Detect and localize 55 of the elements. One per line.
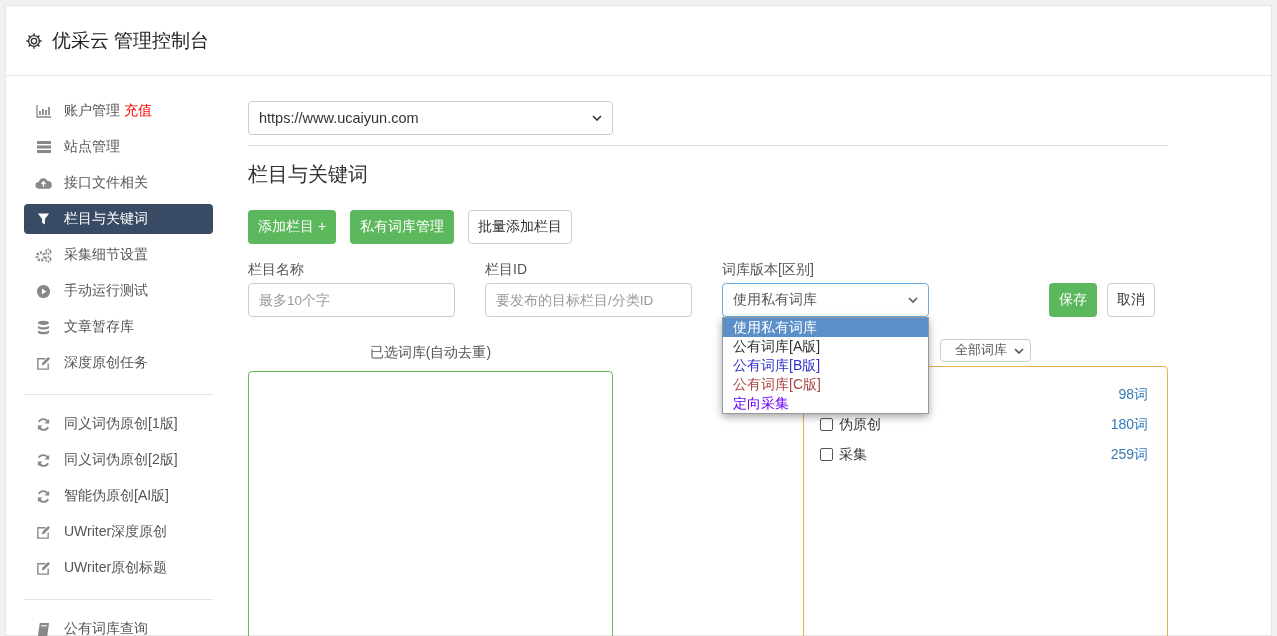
sidebar-item[interactable]: 文章暂存库 [24, 312, 213, 342]
column-id-field[interactable]: 要发布的目标栏目/分类ID [485, 283, 692, 317]
edit-icon [36, 355, 51, 371]
checkbox[interactable] [820, 448, 833, 461]
play-icon [36, 283, 51, 299]
dropdown-option[interactable]: 公有词库[A版] [723, 337, 928, 356]
chevron-icon [1014, 347, 1024, 354]
section-heading: 栏目与关键词 [248, 162, 369, 187]
word-count-link[interactable]: 98词 [1118, 385, 1148, 404]
edit-icon [36, 560, 51, 576]
field-label: 词库版本[区别] [722, 261, 815, 279]
edit-icon [36, 524, 51, 540]
word-count-link[interactable]: 180词 [1110, 415, 1148, 434]
library-filter-select[interactable]: 全部词库 [940, 339, 1031, 362]
library-name: 伪原创 [839, 415, 881, 434]
database-icon [37, 319, 50, 335]
bar-chart-icon [35, 104, 52, 118]
refresh-icon [36, 452, 51, 468]
sidebar-item[interactable]: 智能伪原创[AI版] [24, 481, 213, 511]
field-label: 栏目名称 [248, 261, 305, 279]
sidebar-item[interactable]: 账户管理 充值 [24, 96, 213, 126]
settings-icon [25, 31, 43, 50]
sidebar-item[interactable]: 公有词库查询 [24, 614, 213, 636]
cloud-upload-icon [35, 176, 52, 190]
sidebar-item[interactable]: 采集细节设置 [24, 240, 213, 270]
sidebar-item[interactable]: 栏目与关键词 [24, 204, 213, 234]
cancel-button[interactable]: 取消 [1107, 283, 1155, 317]
refresh-icon [36, 416, 51, 432]
sidebar-item[interactable]: 接口文件相关 [24, 168, 213, 198]
chevron-icon [592, 115, 602, 121]
library-name: 采集 [839, 445, 867, 464]
filter-icon [37, 212, 50, 226]
sidebar-item[interactable]: 站点管理 [24, 132, 213, 162]
sidebar-item[interactable]: UWriter原创标题 [24, 553, 213, 583]
recharge-link[interactable]: 充值 [124, 102, 152, 120]
word-count-link[interactable]: 259词 [1110, 445, 1148, 464]
refresh-icon [36, 488, 51, 504]
site-select[interactable]: https://www.ucaiyun.com [248, 101, 613, 135]
dropdown-option[interactable]: 定向采集 [723, 394, 928, 413]
server-icon [35, 140, 52, 154]
library-version-select[interactable]: 使用私有词库 [722, 283, 929, 317]
checkbox[interactable] [820, 418, 833, 431]
sidebar-item[interactable]: UWriter深度原创 [24, 517, 213, 547]
sidebar-item[interactable]: 深度原创任务 [24, 348, 213, 378]
sidebar-item[interactable]: 同义词伪原创[2版] [24, 445, 213, 475]
column-name-field[interactable]: 最多10个字 [248, 283, 455, 317]
chevron-icon [908, 297, 918, 303]
dropdown-option[interactable]: 公有词库[B版] [723, 356, 928, 375]
dropdown-option[interactable]: 公有词库[C版] [723, 375, 928, 394]
sidebar-item[interactable]: 手动运行测试 [24, 276, 213, 306]
panel-title: 已选词库(自动去重) [369, 344, 492, 362]
app-title: 优采云 管理控制台 [52, 28, 210, 53]
toolbar-button[interactable]: 批量添加栏目 [468, 210, 573, 244]
field-label: 栏目ID [485, 261, 528, 279]
sidebar-item[interactable]: 同义词伪原创[1版] [24, 409, 213, 439]
